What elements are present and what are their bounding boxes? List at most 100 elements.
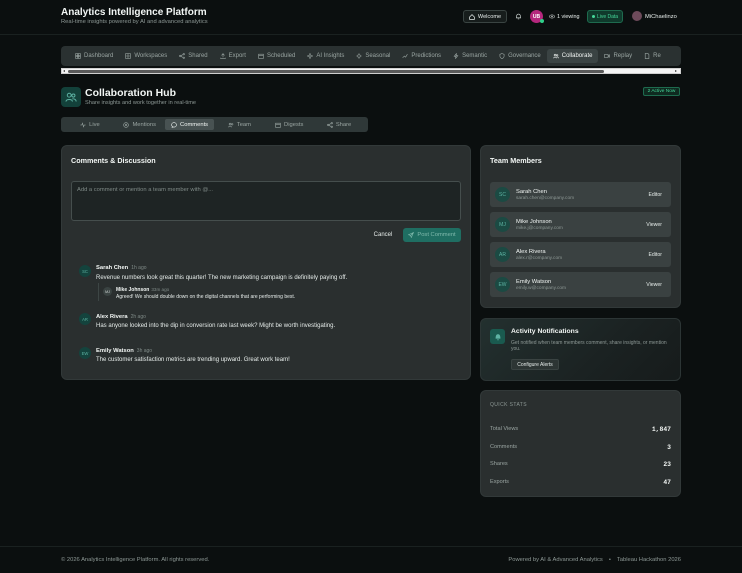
subtab-comments[interactable]: Comments bbox=[164, 119, 215, 130]
bell-icon[interactable] bbox=[514, 10, 523, 23]
user-name[interactable]: MiChaelinzo bbox=[645, 14, 677, 20]
post-comment-button[interactable]: Post Comment bbox=[403, 228, 461, 242]
avatar: AR bbox=[79, 313, 91, 325]
subtab-digests[interactable]: Digests bbox=[264, 119, 314, 130]
comment-text: Has anyone looked into the dip in conver… bbox=[96, 323, 336, 329]
comment-text: Revenue numbers look great this quarter!… bbox=[96, 275, 348, 281]
tab-collaborate[interactable]: Collaborate bbox=[546, 49, 599, 63]
reply-author-name: Mike Johnson bbox=[116, 287, 150, 293]
comment-author-name: Sarah Chen bbox=[96, 265, 129, 271]
member-email: emily.w@company.com bbox=[516, 285, 567, 291]
calendar-icon bbox=[275, 122, 281, 128]
subtab-label: Mentions bbox=[132, 121, 156, 128]
tab-export[interactable]: Export bbox=[214, 49, 252, 63]
member-name: Sarah Chen bbox=[516, 188, 547, 195]
avatar: SC bbox=[79, 265, 91, 277]
tab-workspaces[interactable]: Workspaces bbox=[119, 49, 173, 63]
share-icon bbox=[326, 121, 333, 128]
subtab-label: Share bbox=[335, 121, 352, 128]
member-email: sarah.chen@company.com bbox=[516, 195, 575, 201]
sparkle-icon bbox=[307, 53, 314, 59]
comments-title: Comments & Discussion bbox=[71, 156, 156, 165]
tab-replay[interactable]: Replay bbox=[598, 49, 638, 63]
page-subtitle: Share insights and work together in real… bbox=[85, 100, 196, 106]
team-member[interactable]: MJ Mike Johnson mike.j@company.com Viewer bbox=[490, 212, 671, 237]
at-icon bbox=[123, 121, 130, 128]
member-role: Editor bbox=[648, 251, 662, 258]
main-nav: Dashboard Workspaces Shared Export Sched… bbox=[61, 46, 681, 66]
welcome-button[interactable]: Welcome bbox=[463, 10, 507, 23]
tab-label: Dashboard bbox=[84, 53, 114, 59]
reply-text: Agreed! We should double down on the dig… bbox=[116, 294, 296, 300]
subtab-label: Digests bbox=[284, 121, 304, 128]
send-icon bbox=[408, 232, 415, 238]
bell-icon bbox=[490, 329, 505, 344]
stat-value: 23 bbox=[663, 461, 671, 468]
tab-scheduled[interactable]: Scheduled bbox=[252, 49, 301, 63]
tab-scrollbar[interactable]: ◂ ▸ bbox=[61, 68, 681, 74]
stat-value: 47 bbox=[663, 479, 671, 486]
tab-label: Workspaces bbox=[134, 53, 168, 59]
sub-tabs: Live Mentions Comments Team Digests Shar… bbox=[61, 117, 368, 132]
tab-label: Export bbox=[228, 53, 246, 59]
tab-ai-insights[interactable]: AI Insights bbox=[301, 49, 350, 63]
scroll-right-arrow-icon[interactable]: ▸ bbox=[675, 69, 679, 73]
tab-label: AI Insights bbox=[316, 53, 345, 59]
users-icon bbox=[227, 122, 234, 127]
bolt-icon bbox=[453, 53, 459, 59]
scrollbar-thumb[interactable] bbox=[68, 70, 604, 73]
footer-separator: • bbox=[608, 557, 611, 563]
configure-alerts-button[interactable]: Configure Alerts bbox=[511, 359, 559, 370]
tab-label: Governance bbox=[508, 53, 541, 59]
tab-governance[interactable]: Governance bbox=[493, 49, 547, 63]
tab-re[interactable]: Re bbox=[638, 49, 667, 63]
trend-icon bbox=[402, 54, 409, 59]
comment-author-name: Alex Rivera bbox=[96, 314, 128, 320]
live-dot-icon bbox=[591, 15, 595, 18]
share-icon bbox=[179, 53, 186, 59]
comment-icon bbox=[171, 121, 177, 128]
tab-label: Shared bbox=[188, 53, 208, 59]
member-name: Emily Watson bbox=[516, 278, 552, 285]
avatar: MJ bbox=[103, 287, 112, 296]
footer-right: Powered by AI & Advanced Analytics • Tab… bbox=[508, 557, 681, 563]
live-data-badge: Live Data bbox=[587, 10, 623, 23]
tab-label: Semantic bbox=[462, 53, 488, 59]
footer-divider bbox=[0, 546, 742, 547]
online-status-dot bbox=[540, 19, 544, 23]
tab-label: Collaborate bbox=[561, 53, 593, 59]
app-subtitle: Real-time insights powered by AI and adv… bbox=[61, 19, 208, 25]
scroll-left-arrow-icon[interactable]: ◂ bbox=[63, 69, 67, 73]
welcome-label: Welcome bbox=[477, 13, 502, 20]
avatar: MJ bbox=[495, 217, 510, 232]
page-title: Collaboration Hub bbox=[85, 87, 176, 99]
subtab-label: Live bbox=[89, 121, 100, 128]
video-icon bbox=[604, 54, 611, 58]
team-member[interactable]: AR Alex Rivera alex.r@company.com Editor bbox=[490, 242, 671, 267]
stat-value: 3 bbox=[667, 444, 671, 451]
comment-input[interactable]: Add a comment or mention a team member w… bbox=[71, 181, 461, 221]
member-role: Viewer bbox=[646, 281, 662, 288]
cancel-button[interactable]: Cancel bbox=[367, 229, 399, 241]
subtab-team[interactable]: Team bbox=[214, 119, 264, 130]
tab-seasonal[interactable]: Seasonal bbox=[350, 49, 396, 63]
team-member[interactable]: SC Sarah Chen sarah.chen@company.com Edit… bbox=[490, 182, 671, 207]
member-name: Alex Rivera bbox=[516, 248, 546, 255]
member-role: Editor bbox=[648, 191, 662, 198]
tab-semantic[interactable]: Semantic bbox=[447, 49, 493, 63]
users-icon bbox=[552, 53, 559, 59]
subtab-share[interactable]: Share bbox=[314, 119, 364, 130]
tab-shared[interactable]: Shared bbox=[173, 49, 213, 63]
user-avatar[interactable] bbox=[632, 11, 642, 21]
member-email: mike.j@company.com bbox=[516, 225, 563, 231]
calendar-icon bbox=[258, 53, 264, 59]
subtab-live[interactable]: Live bbox=[65, 119, 115, 130]
sun-icon bbox=[356, 53, 363, 59]
tab-dashboard[interactable]: Dashboard bbox=[69, 49, 119, 63]
avatar: EW bbox=[79, 347, 91, 359]
subtab-mentions[interactable]: Mentions bbox=[115, 119, 165, 130]
member-email: alex.r@company.com bbox=[516, 255, 563, 261]
reply-author: Mike Johnson 33m ago bbox=[116, 287, 169, 293]
tab-predictions[interactable]: Predictions bbox=[396, 49, 447, 63]
team-member[interactable]: EW Emily Watson emily.w@company.com Viewe… bbox=[490, 272, 671, 297]
